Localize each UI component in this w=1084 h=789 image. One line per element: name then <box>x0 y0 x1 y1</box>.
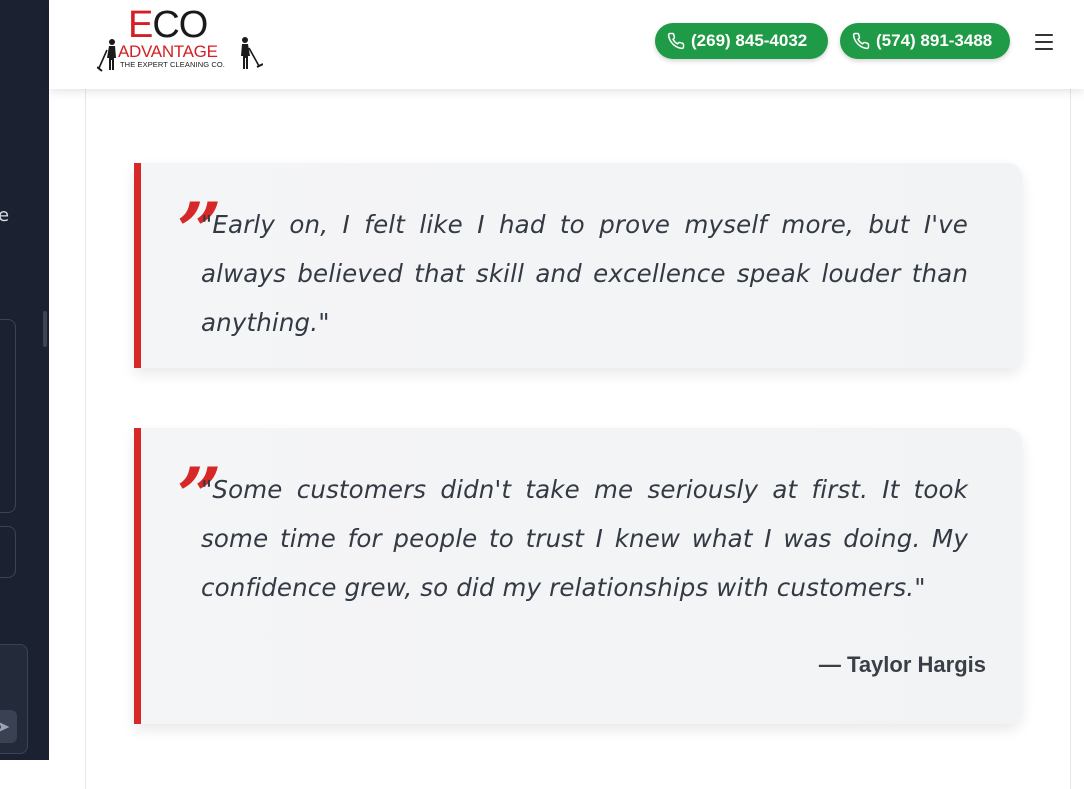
phone-button-2[interactable]: (574) 891-3488 <box>840 23 1010 59</box>
phone-button-1[interactable]: (269) 845-4032 <box>655 23 828 59</box>
side-panel-field[interactable] <box>0 526 16 578</box>
logo-tagline: THE EXPERT CLEANING CO. <box>120 60 225 69</box>
logo-advantage-text: ADVANTAGE <box>118 42 218 61</box>
quote-attribution: — Taylor Hargis <box>818 652 986 677</box>
panel-resize-handle[interactable] <box>43 311 47 347</box>
side-panel-text: e <box>0 205 10 226</box>
quote-text: "Early on, I felt like I had to prove my… <box>201 210 968 337</box>
side-panel: e ➤ <box>0 0 49 760</box>
eco-advantage-logo[interactable]: ECO ADVANTAGE THE EXPERT CLEANING CO. <box>97 6 265 72</box>
testimonial-quote-card: ” "Some customers didn't take me serious… <box>134 428 1022 724</box>
quote-text: "Some customers didn't take me seriously… <box>201 475 968 602</box>
site-header: ECO ADVANTAGE THE EXPERT CLEANING CO. (2… <box>49 0 1084 89</box>
side-panel-card <box>0 319 16 513</box>
send-button[interactable]: ➤ <box>0 710 17 743</box>
phone-number-1: (269) 845-4032 <box>691 31 808 50</box>
cleaner-figure-right-icon <box>241 37 263 69</box>
testimonial-quote-card: ” "Early on, I felt like I had to prove … <box>134 163 1022 368</box>
phone-number-2: (574) 891-3488 <box>876 31 993 50</box>
logo-eco-text: ECO <box>128 4 208 46</box>
phone-icon <box>667 32 685 50</box>
hamburger-menu-icon[interactable] <box>1035 32 1057 52</box>
phone-icon <box>852 32 870 50</box>
arrow-right-icon: ➤ <box>0 718 11 736</box>
